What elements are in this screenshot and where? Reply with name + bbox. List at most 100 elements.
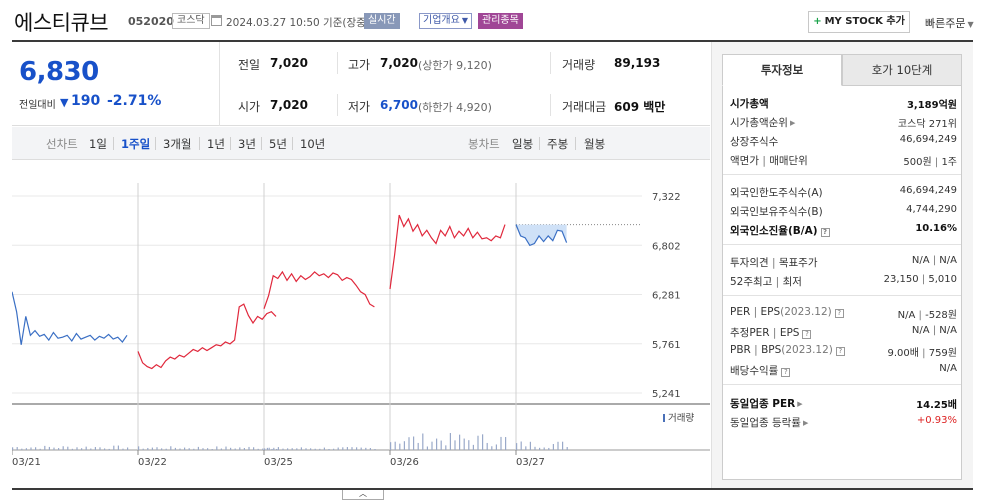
help-icon[interactable]: ? <box>802 330 812 339</box>
volume-bar <box>138 446 140 450</box>
info-value-text: 9.00배 <box>887 348 919 359</box>
volume-bar <box>243 448 245 450</box>
info-value: 4,744,290 <box>906 204 957 215</box>
quote-divider <box>337 52 338 74</box>
chevron-right-icon: ▶ <box>802 419 809 427</box>
tab-1d[interactable]: 1일 <box>89 136 107 152</box>
info-value: 46,694,249 <box>900 134 957 145</box>
triangle-down-icon: ▼ <box>60 96 69 109</box>
info-value-text: N/A <box>911 325 930 336</box>
tab-5y[interactable]: 5년 <box>269 136 287 152</box>
volume-bar <box>216 446 218 450</box>
info-value-text: 500원 <box>903 157 932 168</box>
tab-separator <box>113 137 114 150</box>
info-value-text: 4,744,290 <box>906 204 957 215</box>
help-icon[interactable]: ? <box>835 347 845 356</box>
volume-bar <box>552 444 554 450</box>
investment-info-panel: 투자정보 호가 10단계 시가총액 3,189억원 시가총액순위 ▶ 코스닥 271위 상… <box>711 42 973 488</box>
info-key-text: 상장주식수 <box>730 136 779 148</box>
tab-1w[interactable]: 1주일 <box>121 136 150 152</box>
volume-bar <box>266 447 268 450</box>
value-separator: | <box>915 310 926 321</box>
tab-separator <box>539 137 540 150</box>
volume-bar <box>151 447 153 450</box>
info-key: 외국인보유주식수(B) <box>730 204 823 219</box>
volume-legend: 거래량 <box>663 410 694 424</box>
volume-bar <box>534 446 536 450</box>
line-chart-label: 선차트 <box>46 137 78 151</box>
calendar-icon <box>211 15 222 26</box>
volume-bar <box>179 448 181 450</box>
volume-bar <box>323 447 325 450</box>
info-value: 14.25배 <box>916 396 957 411</box>
info-value2-text: 759원 <box>928 348 957 359</box>
tab-monthly[interactable]: 월봉 <box>584 136 605 152</box>
volume-bar <box>360 447 362 450</box>
help-icon[interactable]: ? <box>781 368 791 377</box>
volume-bar <box>291 448 293 450</box>
realtime-badge[interactable]: 실시간 <box>364 13 400 29</box>
key-separator: | <box>750 344 762 356</box>
volume-bar <box>287 448 289 450</box>
volume-bar <box>539 447 541 450</box>
volume-bar <box>220 448 222 450</box>
volume-bar <box>25 448 27 450</box>
price-chart[interactable]: 7,322 6,802 6,281 5,761 5,241 03/21 03/22 03/25… <box>12 163 710 468</box>
info-row[interactable]: 동일업종 등락률 ▶ +0.93% <box>730 415 957 431</box>
volume-bar <box>62 446 64 450</box>
volume-bar <box>520 441 522 450</box>
tab-investment-info[interactable]: 투자정보 <box>722 54 842 86</box>
info-row: PBR | BPS(2023.12)? 9.00배 | 759원 <box>730 344 957 360</box>
info-key: PBR | BPS(2023.12)? <box>730 344 845 356</box>
bottom-divider <box>12 488 973 490</box>
info-row[interactable]: 시가총액순위 ▶ 코스닥 271위 <box>730 115 957 131</box>
volume-bar <box>271 448 273 450</box>
upper-limit: (상한가 9,120) <box>418 59 492 72</box>
tab-order-book[interactable]: 호가 10단계 <box>842 54 962 86</box>
low-value: 6,700 <box>380 98 418 112</box>
add-mystock-button[interactable]: + MY STOCK 추가 <box>808 11 910 33</box>
volume-bar <box>147 447 149 450</box>
volume-bar <box>225 446 227 450</box>
tab-weekly[interactable]: 주봉 <box>547 136 568 152</box>
volume-bar <box>142 448 144 450</box>
quick-order-button[interactable]: 빠른주문 ▼ <box>925 15 974 31</box>
chart-period-tabs: 선차트 1일 1주일 3개월 1년 3년 5년 10년 봉차트 일봉 주봉 월봉 <box>12 127 710 160</box>
volume-bar <box>184 447 186 450</box>
volume-bar <box>81 448 83 450</box>
volume-bar <box>337 447 339 450</box>
info-key: 배당수익률? <box>730 363 791 378</box>
info-row: 외국인보유주식수(B) 4,744,290 <box>730 204 957 220</box>
timestamp: 2024.03.27 10:50 기준(장중) <box>226 17 370 29</box>
volume-bar <box>543 447 545 450</box>
info-value2-text: N/A <box>939 325 957 336</box>
company-overview-dropdown[interactable]: 기업개요 ▼ <box>419 13 472 29</box>
info-value-text: N/A <box>897 310 916 321</box>
plus-icon: + <box>813 16 822 27</box>
info-value: N/A | -528원 <box>898 306 957 321</box>
help-icon[interactable]: ? <box>834 309 844 318</box>
volume-bar <box>516 443 518 450</box>
tab-10y[interactable]: 10년 <box>300 136 325 152</box>
tab-1y[interactable]: 1년 <box>207 136 225 152</box>
info-row[interactable]: 동일업종 PER ▶ 14.25배 <box>730 396 957 412</box>
volume-bar <box>202 448 204 450</box>
volume-bar <box>463 438 465 450</box>
collapse-button[interactable]: ︿ <box>342 490 384 500</box>
high-label: 고가 <box>348 58 371 72</box>
volume-bar <box>12 447 14 450</box>
key-separator: | <box>772 276 783 288</box>
tab-3y[interactable]: 3년 <box>238 136 256 152</box>
volume-bar <box>104 448 106 450</box>
info-row: 상장주식수 46,694,249 <box>730 134 957 150</box>
volume-value: 89,193 <box>614 56 661 70</box>
info-key: 액면가 | 매매단위 <box>730 153 808 168</box>
info-divider <box>723 174 961 175</box>
tab-3m[interactable]: 3개월 <box>163 136 191 152</box>
volume-bar <box>122 448 124 450</box>
candle-chart-label: 봉차트 <box>468 137 500 151</box>
help-icon[interactable]: ? <box>820 228 830 237</box>
tab-daily[interactable]: 일봉 <box>512 136 533 152</box>
low-label: 저가 <box>348 100 371 114</box>
x-tick-label: 03/25 <box>264 457 293 468</box>
